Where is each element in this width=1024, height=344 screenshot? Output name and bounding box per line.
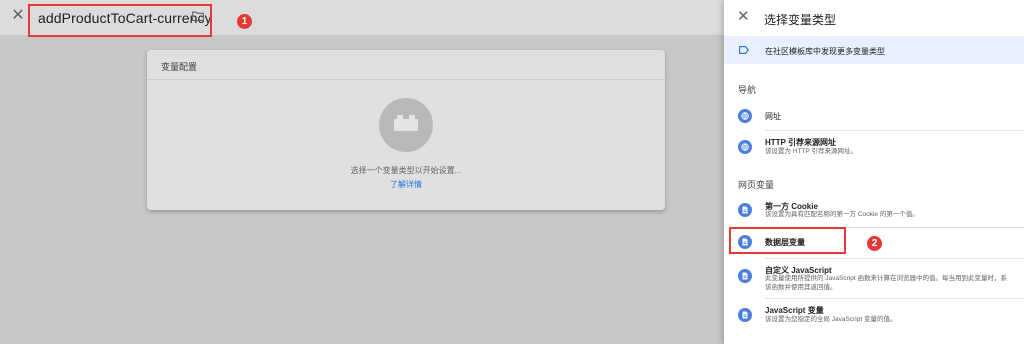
divider bbox=[765, 298, 1024, 299]
document-icon bbox=[738, 269, 752, 283]
variable-type-desc: 该设置为具有匹配名称的第一方 Cookie 的第一个值。 bbox=[765, 211, 919, 218]
variable-type-http-referrer[interactable]: HTTP 引荐来源网址 该设置为 HTTP 引荐来源网址。 bbox=[724, 134, 1024, 164]
variable-type-panel: ✕ 选择变量类型 在社区模板库中发现更多变量类型 导航 网址 HTTP 引荐来源… bbox=[724, 0, 1024, 344]
community-gallery-link[interactable]: 在社区模板库中发现更多变量类型 bbox=[724, 36, 1024, 64]
variable-type-desc: 该设置为您指定的全局 JavaScript 变量的值。 bbox=[765, 316, 897, 323]
document-icon bbox=[738, 308, 752, 322]
tag-icon bbox=[739, 46, 749, 54]
variable-type-first-party-cookie[interactable]: 第一方 Cookie 该设置为具有匹配名称的第一方 Cookie 的第一个值。 bbox=[724, 198, 1024, 228]
variable-type-placeholder[interactable] bbox=[379, 98, 433, 152]
globe-icon bbox=[738, 109, 752, 123]
panel-close-icon[interactable]: ✕ bbox=[737, 9, 750, 24]
variable-type-desc: 该设置为 HTTP 引荐来源网址。 bbox=[765, 148, 857, 155]
annotation-box-title bbox=[28, 4, 212, 37]
learn-more-link[interactable]: 了解详情 bbox=[147, 179, 665, 190]
annotation-badge-2: 2 bbox=[867, 236, 882, 251]
card-header: 变量配置 bbox=[147, 50, 665, 80]
card-message: 选择一个变量类型以开始设置... bbox=[350, 166, 462, 175]
globe-icon bbox=[738, 140, 752, 154]
lego-brick-icon bbox=[394, 115, 418, 131]
variable-type-url[interactable]: 网址 bbox=[724, 104, 1024, 131]
document-icon bbox=[738, 203, 752, 217]
panel-header: ✕ 选择变量类型 bbox=[724, 0, 1024, 36]
section-web-variables: 网页变量 bbox=[738, 180, 775, 190]
close-icon[interactable]: ✕ bbox=[11, 8, 25, 24]
variable-type-desc: 此变量使用所提供的 JavaScript 函数来计算在浏览器中的值。每当用到此变… bbox=[765, 275, 1007, 282]
section-navigation: 导航 bbox=[738, 85, 757, 95]
variable-type-javascript-variable[interactable]: JavaScript 变量 该设置为您指定的全局 JavaScript 变量的值… bbox=[724, 302, 1024, 332]
annotation-box-data-layer bbox=[729, 227, 846, 254]
variable-type-desc-line2: 该函数并使用其返回值。 bbox=[765, 284, 837, 291]
divider bbox=[765, 258, 1024, 259]
variable-config-card[interactable]: 变量配置 选择一个变量类型以开始设置... 了解详情 bbox=[147, 50, 665, 210]
community-text: 在社区模板库中发现更多变量类型 bbox=[765, 47, 885, 56]
variable-type-custom-javascript[interactable]: 自定义 JavaScript 此变量使用所提供的 JavaScript 函数来计… bbox=[724, 263, 1024, 299]
annotation-badge-1: 1 bbox=[237, 14, 252, 29]
panel-title: 选择变量类型 bbox=[764, 13, 837, 27]
divider bbox=[765, 130, 1024, 131]
variable-type-name: 网址 bbox=[765, 112, 781, 121]
